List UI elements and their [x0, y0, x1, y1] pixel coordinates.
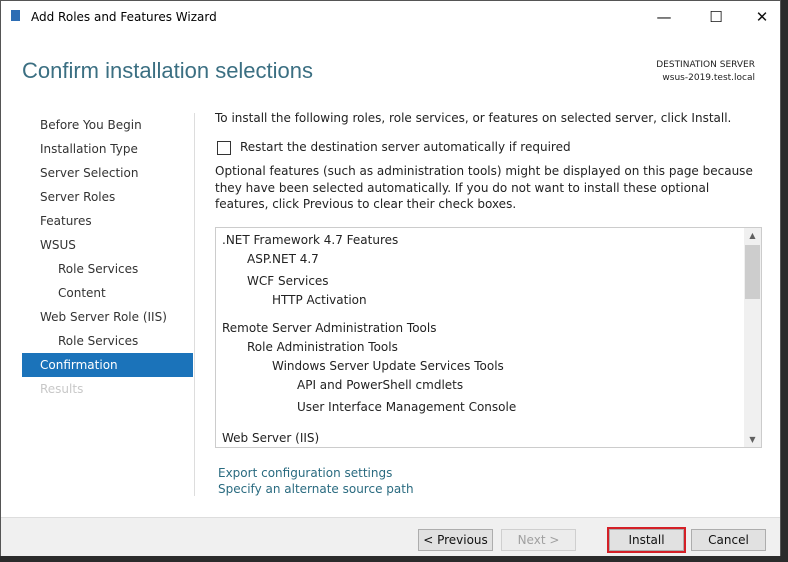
maximize-button[interactable]: ☐ — [693, 5, 739, 29]
list-scrollbar[interactable]: ▲ ▼ — [744, 228, 761, 447]
list-item: Role Administration Tools — [247, 340, 398, 354]
cancel-button[interactable]: Cancel — [691, 529, 766, 551]
list-item: Remote Server Administration Tools — [222, 321, 437, 335]
list-item: .NET Framework 4.7 Features — [222, 233, 399, 247]
step-web-server-role[interactable]: Web Server Role (IIS) — [22, 305, 193, 329]
step-server-roles[interactable]: Server Roles — [22, 185, 193, 209]
server-manager-icon — [11, 10, 20, 21]
list-item: API and PowerShell cmdlets — [297, 378, 464, 392]
wizard-steps: Before You Begin Installation Type Serve… — [22, 113, 193, 401]
previous-button[interactable]: < Previous — [418, 529, 493, 551]
step-wsus[interactable]: WSUS — [22, 233, 193, 257]
step-server-selection[interactable]: Server Selection — [22, 161, 193, 185]
list-item: WCF Services — [247, 274, 329, 288]
minimize-button[interactable]: — — [641, 5, 687, 29]
intro-text: To install the following roles, role ser… — [215, 111, 732, 125]
scroll-down-icon[interactable]: ▼ — [744, 435, 761, 444]
step-features[interactable]: Features — [22, 209, 193, 233]
step-installation-type[interactable]: Installation Type — [22, 137, 193, 161]
export-configuration-link[interactable]: Export configuration settings — [218, 466, 392, 480]
step-results: Results — [40, 382, 84, 396]
optional-features-note: Optional features (such as administratio… — [215, 164, 753, 211]
selection-list: .NET Framework 4.7 Features ASP.NET 4.7 … — [215, 227, 762, 448]
page-title: Confirm installation selections — [22, 58, 314, 83]
restart-checkbox[interactable] — [217, 141, 231, 155]
step-iis-role-services[interactable]: Role Services — [22, 329, 193, 353]
step-wsus-role-services[interactable]: Role Services — [22, 257, 193, 281]
close-button[interactable]: ✕ — [739, 5, 785, 29]
next-button: Next > — [501, 529, 576, 551]
scrollbar-thumb[interactable] — [745, 245, 760, 299]
wizard-window: Add Roles and Features Wizard — ☐ ✕ Conf… — [0, 0, 781, 556]
window-title: Add Roles and Features Wizard — [31, 10, 217, 24]
destination-server: DESTINATION SERVER wsus-2019.test.local — [656, 59, 755, 85]
step-content[interactable]: Content — [22, 281, 193, 305]
step-before-you-begin[interactable]: Before You Begin — [22, 113, 193, 137]
install-button[interactable]: Install — [607, 527, 686, 553]
list-item: User Interface Management Console — [297, 400, 517, 414]
divider — [194, 113, 195, 496]
list-item: ASP.NET 4.7 — [247, 252, 319, 266]
destination-server-name: wsus-2019.test.local — [662, 73, 755, 83]
list-item: Windows Server Update Services Tools — [272, 359, 504, 373]
list-item: HTTP Activation — [272, 293, 367, 307]
restart-checkbox-label[interactable]: Restart the destination server automatic… — [240, 140, 571, 154]
alternate-source-link[interactable]: Specify an alternate source path — [218, 482, 414, 496]
scroll-up-icon[interactable]: ▲ — [744, 231, 761, 240]
list-item: Web Server (IIS) — [222, 431, 320, 445]
title-bar: Add Roles and Features Wizard — ☐ ✕ — [1, 1, 780, 33]
destination-label: DESTINATION SERVER — [656, 60, 755, 70]
wizard-footer: < Previous Next > Install Cancel — [1, 517, 780, 556]
step-confirmation[interactable]: Confirmation — [22, 353, 193, 377]
